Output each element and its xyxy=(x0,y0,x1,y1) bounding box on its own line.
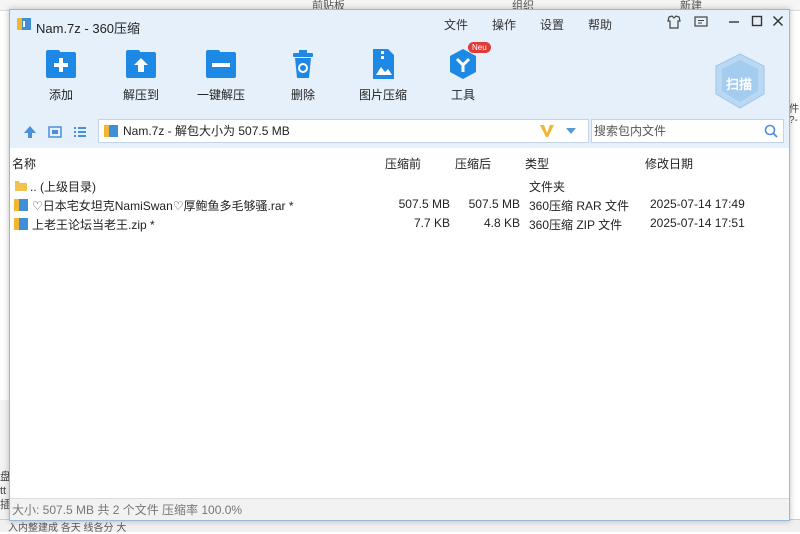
search-box[interactable]: 搜索包内文件 xyxy=(591,119,784,143)
tools-new-badge: Neu xyxy=(468,42,491,53)
archive-app-icon xyxy=(17,18,31,30)
minimize-icon[interactable] xyxy=(725,14,743,32)
image-compress-button[interactable]: 图片压缩 xyxy=(348,48,418,103)
column-header-original-size[interactable]: 压缩前 xyxy=(385,155,421,172)
extract-to-label: 解压到 xyxy=(122,88,159,102)
search-icon[interactable] xyxy=(764,124,778,138)
image-compress-icon xyxy=(373,49,394,79)
extract-to-button[interactable]: 解压到 xyxy=(106,48,176,103)
scan-label: 扫描 xyxy=(726,77,753,92)
file-type: 360压缩 ZIP 文件 xyxy=(529,218,623,232)
chevron-down-icon[interactable] xyxy=(565,127,577,135)
trash-icon xyxy=(293,50,313,78)
address-row: Nam.7z - 解包大小为 507.5 MB 搜索包内文件 xyxy=(10,117,789,147)
file-name: 上老王论坛当老王.zip * xyxy=(32,218,155,232)
image-compress-label: 图片压缩 xyxy=(358,88,407,102)
address-bar[interactable]: Nam.7z - 解包大小为 507.5 MB xyxy=(98,119,589,143)
column-header-type[interactable]: 类型 xyxy=(525,155,549,172)
menu-help[interactable]: 帮助 xyxy=(588,16,612,33)
up-arrow-icon[interactable] xyxy=(22,124,38,140)
bg-right-text-1: 件 xyxy=(789,104,799,115)
one-click-extract-icon xyxy=(206,50,236,78)
file-list: 名称 压缩前 压缩后 类型 修改日期 .. (上级目录) 文件夹 ♡日本宅女坦克… xyxy=(10,151,789,494)
tools-label: 工具 xyxy=(450,88,475,102)
column-header-compressed-size[interactable]: 压缩后 xyxy=(455,155,491,172)
maximize-icon[interactable] xyxy=(748,14,766,32)
file-type: 360压缩 RAR 文件 xyxy=(529,199,630,213)
folder-icon xyxy=(15,181,27,191)
thumbnail-view-icon[interactable] xyxy=(47,124,63,140)
file-original-size: 507.5 MB xyxy=(398,197,450,211)
list-item[interactable]: .. (上级目录) 文件夹 xyxy=(10,176,789,196)
background-right-panel: 件 ?- xyxy=(789,100,800,180)
bg-right-text-2: ?- xyxy=(789,115,798,126)
one-click-extract-button[interactable]: 一键解压 xyxy=(186,48,256,103)
tools-button[interactable]: Neu 工具 xyxy=(428,42,498,103)
one-click-extract-label: 一键解压 xyxy=(196,88,245,102)
address-path: Nam.7z - 解包大小为 507.5 MB xyxy=(123,124,290,138)
feedback-icon[interactable] xyxy=(692,14,710,32)
file-original-size: 7.7 KB xyxy=(413,216,450,230)
file-compressed-size: 4.8 KB xyxy=(483,216,520,230)
search-input[interactable]: 搜索包内文件 xyxy=(594,124,666,138)
list-view-icon[interactable] xyxy=(72,124,88,140)
menu-settings[interactable]: 设置 xyxy=(540,16,564,33)
zip-file-icon xyxy=(14,218,28,230)
archive-file-icon xyxy=(104,125,118,137)
add-icon xyxy=(46,50,76,78)
menu-file[interactable]: 文件 xyxy=(444,16,468,33)
column-header-modified[interactable]: 修改日期 xyxy=(645,155,693,172)
file-name: ♡日本宅女坦克NamiSwan♡厚鲍鱼多毛够骚.rar * xyxy=(32,199,294,213)
add-label: 添加 xyxy=(48,88,73,102)
menu-operation[interactable]: 操作 xyxy=(492,16,516,33)
column-header-name[interactable]: 名称 xyxy=(12,155,36,172)
extract-folder-icon xyxy=(126,50,156,78)
file-name: .. (上级目录) xyxy=(30,180,96,194)
title-and-toolbar-area: Nam.7z - 360压缩 文件 操作 设置 帮助 添加 解压到 一键解压 删… xyxy=(10,10,789,148)
delete-button[interactable]: 删除 xyxy=(268,48,338,103)
verified-check-icon[interactable] xyxy=(539,124,555,138)
skin-icon[interactable] xyxy=(665,14,683,32)
list-item[interactable]: ♡日本宅女坦克NamiSwan♡厚鲍鱼多毛够骚.rar * 507.5 MB 5… xyxy=(10,195,789,215)
scan-button[interactable]: 扫描 xyxy=(710,52,770,110)
rar-file-icon xyxy=(14,199,28,211)
file-type: 文件夹 xyxy=(529,180,566,194)
add-button[interactable]: 添加 xyxy=(26,48,96,103)
archive-window: Nam.7z - 360压缩 文件 操作 设置 帮助 添加 解压到 一键解压 删… xyxy=(9,9,790,521)
bg-bottom-text: 入内整建成 各天 线各分 大 xyxy=(8,523,127,534)
close-icon[interactable] xyxy=(769,14,787,32)
status-bar: 大小: 507.5 MB 共 2 个文件 压缩率 100.0% xyxy=(10,498,789,520)
file-modified: 2025-07-14 17:51 xyxy=(650,216,745,230)
delete-label: 删除 xyxy=(290,88,315,102)
file-compressed-size: 507.5 MB xyxy=(468,197,520,211)
window-title: Nam.7z - 360压缩 xyxy=(36,21,141,36)
file-modified: 2025-07-14 17:49 xyxy=(650,197,745,211)
list-item[interactable]: 上老王论坛当老王.zip * 7.7 KB 4.8 KB 360压缩 ZIP 文… xyxy=(10,214,789,234)
